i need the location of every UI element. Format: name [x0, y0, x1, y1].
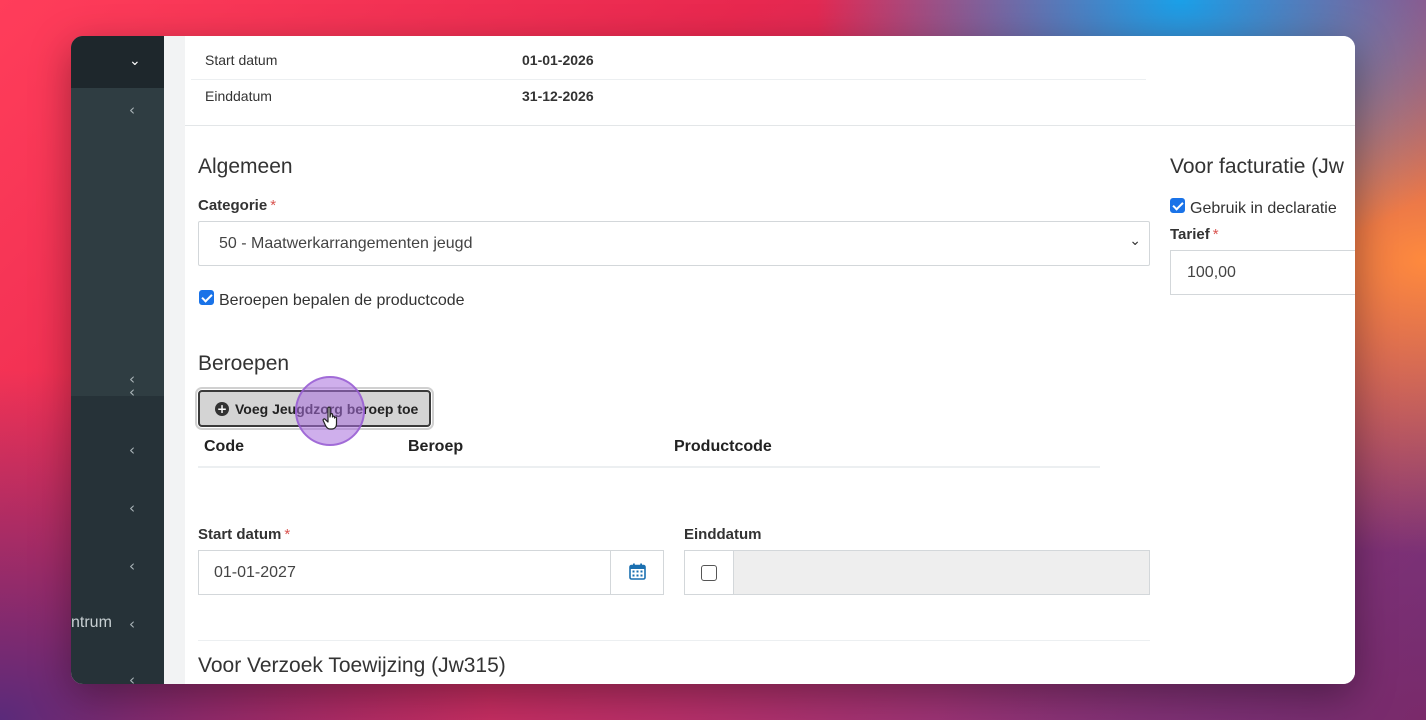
- info-label: Start datum: [205, 52, 278, 68]
- section-heading-verzoek: Voor Verzoek Toewijzing (Jw315): [198, 654, 506, 677]
- section-heading-facturatie: Voor facturatie (Jw: [1170, 155, 1344, 178]
- chevron-down-icon: ⌄: [1129, 233, 1141, 249]
- chevron-left-icon[interactable]: ‹: [129, 102, 135, 118]
- info-value: 01-01-2026: [522, 52, 594, 68]
- column-header-code: Code: [204, 438, 244, 455]
- section-heading-algemeen: Algemeen: [198, 155, 293, 178]
- declaratie-label[interactable]: Gebruik in declaratie: [1190, 200, 1337, 218]
- column-header-productcode: Productcode: [674, 438, 772, 455]
- calendar-icon: [629, 563, 646, 580]
- content-gutter: [164, 36, 185, 684]
- info-value: 31-12-2026: [522, 88, 594, 104]
- app-window: ⌄ ‹ ‹ ‹ ‹ ‹ ‹ ntrum ‹ ‹ Start datum 01-0…: [71, 36, 1355, 684]
- main-content: Start datum 01-01-2026 Einddatum 31-12-2…: [185, 36, 1355, 684]
- plus-circle-icon: +: [215, 402, 229, 416]
- required-mark: *: [1212, 226, 1219, 243]
- einddatum-group: [684, 550, 1150, 595]
- einddatum-input[interactable]: [733, 550, 1150, 595]
- info-row-start: Start datum 01-01-2026: [191, 44, 1146, 80]
- hand-cursor-icon: [322, 406, 338, 430]
- einddatum-toggle-container: [684, 550, 734, 595]
- start-datum-label-text: Start datum: [198, 526, 282, 543]
- chevron-left-icon[interactable]: ‹: [129, 616, 135, 632]
- chevron-left-icon[interactable]: ‹: [129, 442, 135, 458]
- calendar-button[interactable]: [610, 551, 663, 594]
- chevron-down-icon[interactable]: ⌄: [129, 53, 141, 69]
- start-datum-value: 01-01-2027: [214, 564, 296, 581]
- categorie-select-value: 50 - Maatwerkarrangementen jeugd: [219, 235, 473, 252]
- section-divider: [198, 640, 1150, 641]
- sidebar: ⌄ ‹ ‹ ‹ ‹ ‹ ‹ ntrum ‹ ‹: [71, 36, 164, 684]
- chevron-left-icon[interactable]: ‹: [129, 558, 135, 574]
- declaratie-checkbox[interactable]: [1170, 198, 1185, 213]
- chevron-left-icon[interactable]: ‹: [129, 672, 135, 684]
- einddatum-label: Einddatum: [684, 526, 762, 543]
- start-datum-input[interactable]: 01-01-2027: [198, 550, 664, 595]
- beroepen-productcode-label[interactable]: Beroepen bepalen de productcode: [219, 292, 465, 310]
- tarief-value: 100,00: [1187, 264, 1236, 281]
- info-label: Einddatum: [205, 88, 272, 104]
- table-header-divider: [198, 466, 1100, 468]
- section-heading-beroepen: Beroepen: [198, 352, 290, 375]
- sidebar-submenu: ‹: [71, 88, 164, 366]
- required-mark: *: [270, 197, 277, 214]
- beroepen-productcode-checkbox[interactable]: [199, 290, 214, 305]
- sidebar-item-label[interactable]: ntrum: [71, 614, 112, 632]
- tarief-input[interactable]: 100,00: [1170, 250, 1355, 295]
- tarief-label: Tarief *: [1170, 226, 1219, 243]
- categorie-select[interactable]: 50 - Maatwerkarrangementen jeugd ⌄: [198, 221, 1150, 266]
- required-mark: *: [284, 526, 291, 543]
- tarief-label-text: Tarief: [1170, 226, 1210, 243]
- categorie-label: Categorie *: [198, 197, 276, 214]
- sidebar-item[interactable]: ‹: [71, 366, 164, 396]
- sidebar-header[interactable]: ⌄: [71, 36, 164, 88]
- info-row-end: Einddatum 31-12-2026: [191, 80, 1146, 116]
- period-info: Start datum 01-01-2026 Einddatum 31-12-2…: [185, 36, 1355, 126]
- chevron-left-icon[interactable]: ‹: [129, 384, 135, 400]
- einddatum-checkbox[interactable]: [701, 565, 717, 581]
- chevron-left-icon[interactable]: ‹: [129, 500, 135, 516]
- start-datum-label: Start datum *: [198, 526, 290, 543]
- column-header-beroep: Beroep: [408, 438, 464, 455]
- categorie-label-text: Categorie: [198, 197, 268, 214]
